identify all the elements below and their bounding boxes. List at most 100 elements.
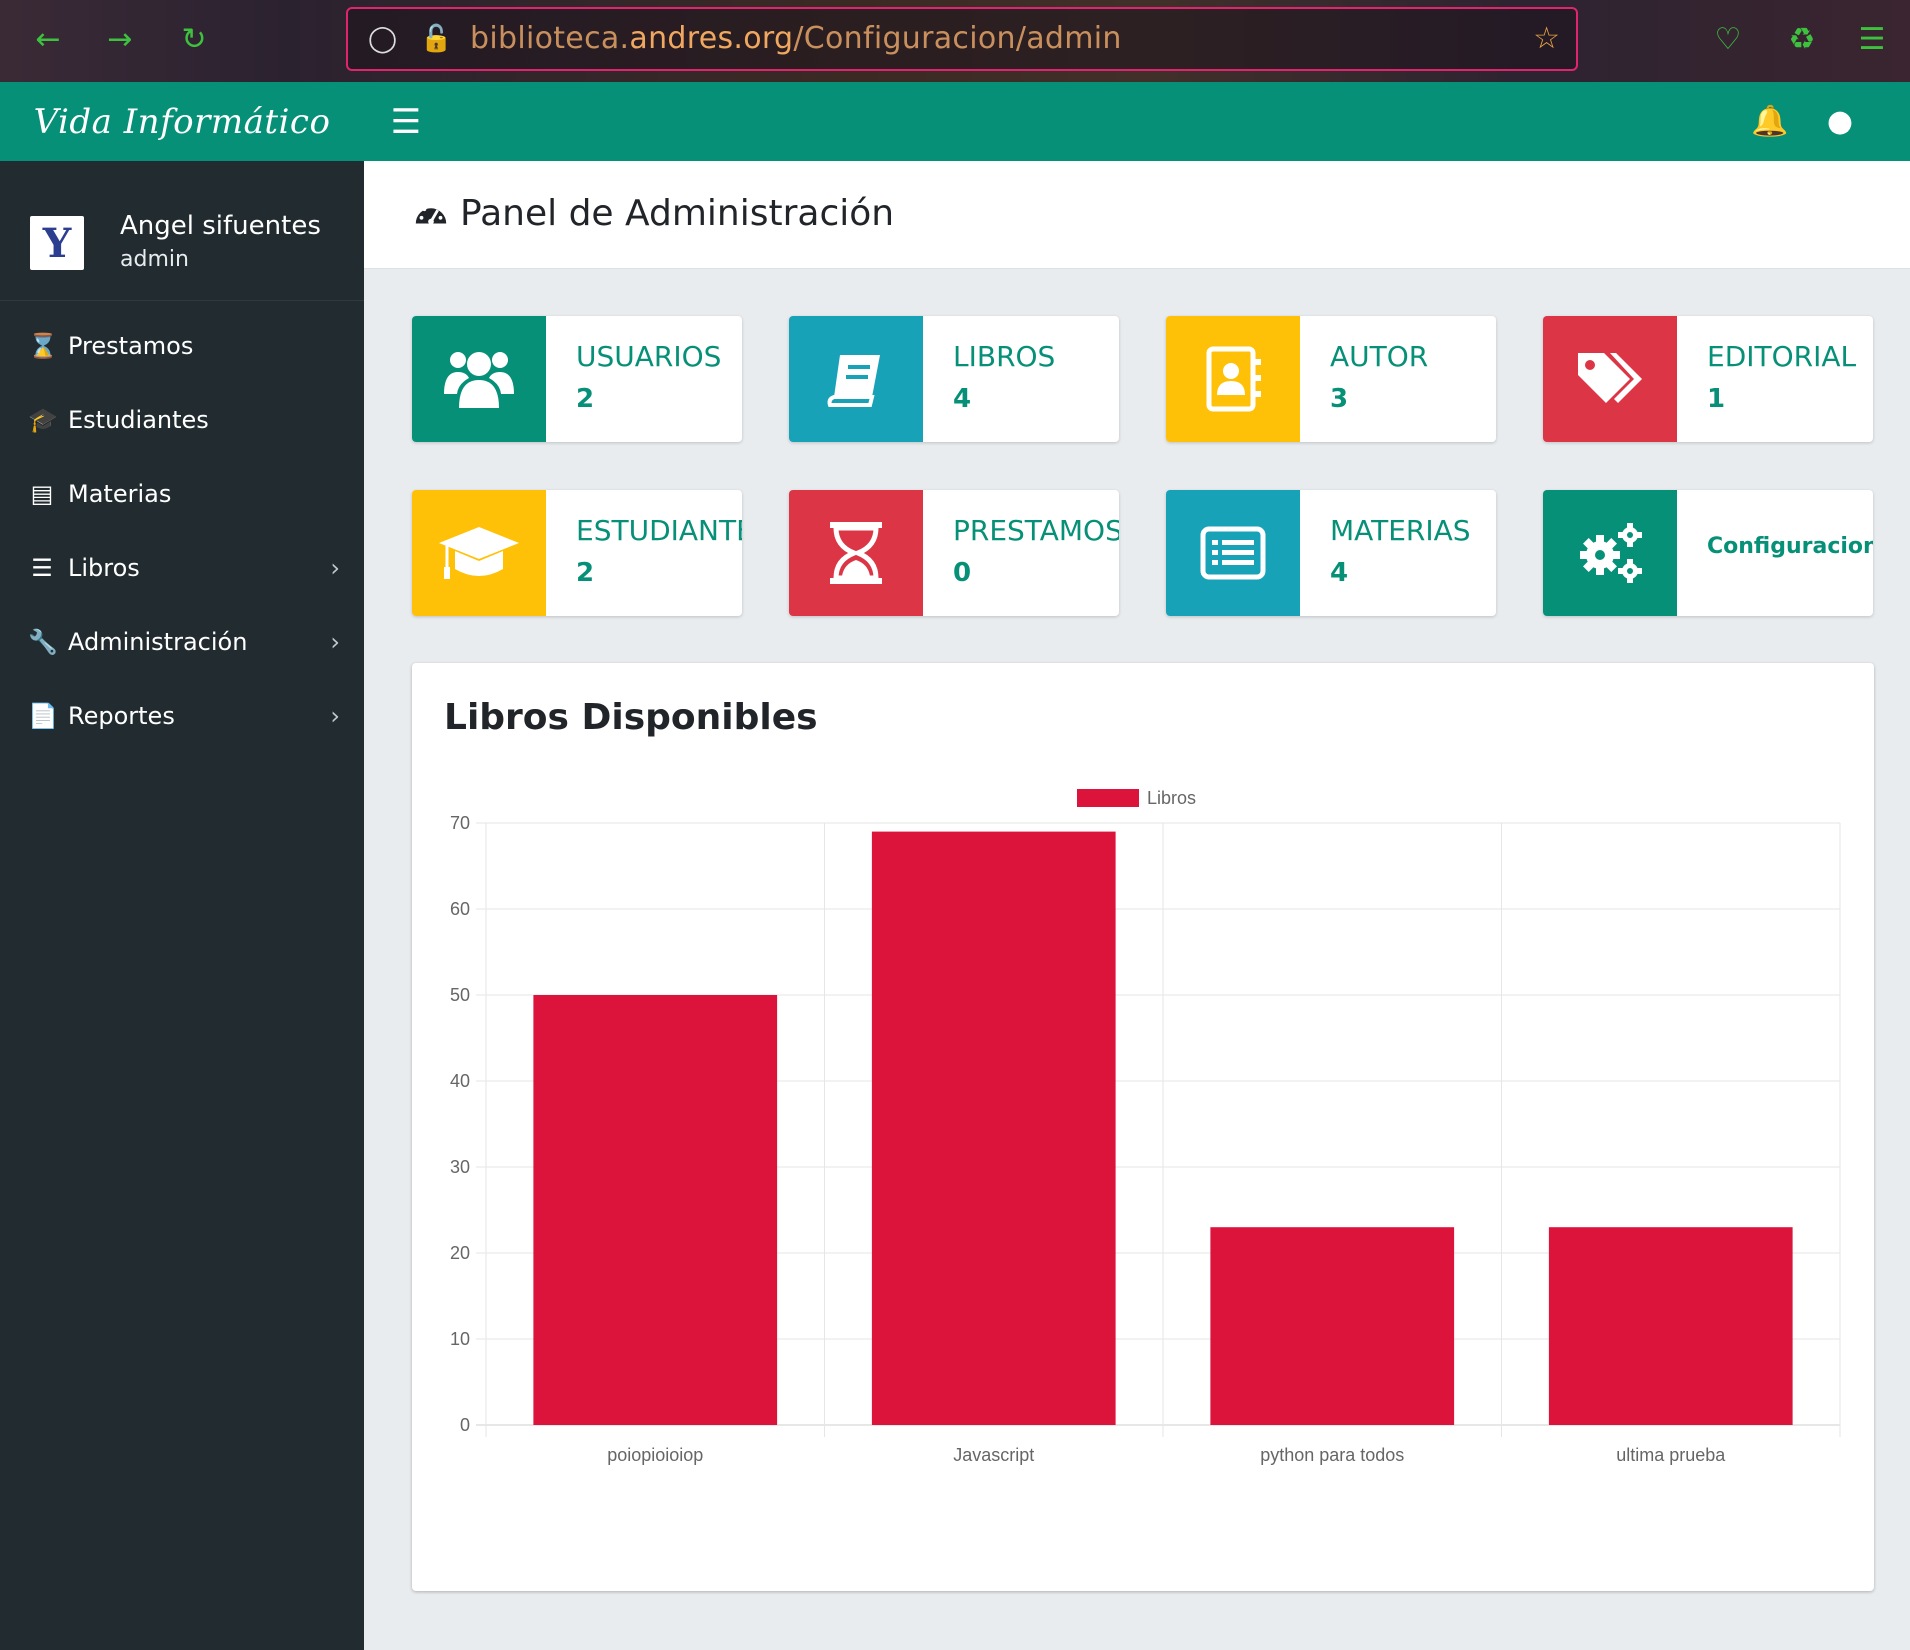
app-menu-icon[interactable]: ☰ (1852, 20, 1892, 60)
bookmark-star-icon[interactable]: ☆ (1533, 23, 1560, 55)
list-alt-icon: ▤ (30, 480, 54, 508)
list-alt-icon (1166, 490, 1300, 616)
chevron-right-icon: › (330, 628, 340, 656)
bell-icon[interactable]: 🔔 (1750, 102, 1790, 142)
chevron-right-icon: › (330, 702, 340, 730)
browser-toolbar: ← → ↻ ◯ 🔓 biblioteca.andres.org/Configur… (0, 0, 1910, 82)
user-avatar: Y (30, 216, 84, 270)
chevron-right-icon: › (330, 554, 340, 582)
forward-arrow-icon[interactable]: → (102, 22, 138, 58)
hamburger-menu-icon[interactable]: ☰ (386, 102, 426, 142)
content-header: Panel de Administración (364, 161, 1910, 269)
info-box-prestamos[interactable]: PRESTAMOS 0 (789, 490, 1119, 616)
sidebar-item-administracion[interactable]: 🔧 Administración › (0, 605, 364, 679)
tags-icon (1543, 316, 1677, 442)
info-box-editorial[interactable]: EDITORIAL 1 (1543, 316, 1873, 442)
legend-swatch (1077, 789, 1139, 807)
pocket-icon[interactable]: ♡ (1708, 20, 1748, 60)
graduation-cap-icon: 🎓 (28, 406, 58, 434)
wrench-icon: 🔧 (28, 628, 58, 656)
back-arrow-icon[interactable]: ← (30, 22, 66, 58)
y-tick-label: 60 (450, 899, 470, 919)
info-box-estudiantes[interactable]: ESTUDIANTES 2 (412, 490, 742, 616)
info-box-materias[interactable]: MATERIAS 4 (1166, 490, 1496, 616)
x-tick-label: python para todos (1260, 1445, 1404, 1465)
x-tick-label: ultima prueba (1616, 1445, 1726, 1465)
user-icon[interactable]: ● (1820, 102, 1860, 142)
bar (1548, 1227, 1793, 1425)
info-box-autor[interactable]: AUTOR 3 (1166, 316, 1496, 442)
sidebar-item-estudiantes[interactable]: 🎓 Estudiantes (0, 383, 364, 457)
shield-icon[interactable]: ◯ (368, 23, 400, 55)
info-box-label: EDITORIAL (1707, 340, 1857, 373)
address-book-icon (1166, 316, 1300, 442)
info-box-usuarios[interactable]: USUARIOS 2 (412, 316, 742, 442)
user-role: admin (120, 247, 189, 272)
info-box-label: ESTUDIANTES (576, 514, 742, 547)
info-box-value: 4 (1330, 558, 1349, 588)
users-icon (412, 316, 546, 442)
sidebar-menu: ⌛ Prestamos 🎓 Estudiantes ▤ Materias ☰ L… (0, 301, 364, 753)
y-tick-label: 20 (450, 1243, 470, 1263)
avatar-logo-icon: Y (42, 219, 72, 267)
info-box-value: 2 (576, 384, 595, 414)
x-tick-label: Javascript (953, 1445, 1034, 1465)
sidebar: Vida Informático Y Angel sifuentes admin… (0, 82, 364, 1650)
url-host: andres.org (629, 21, 794, 56)
tachometer-icon (415, 203, 447, 224)
file-icon: 📄 (28, 702, 58, 730)
user-name[interactable]: Angel sifuentes (120, 211, 321, 241)
brand[interactable]: Vida Informático (0, 82, 364, 161)
cogs-icon (1543, 490, 1677, 616)
sidebar-item-reportes[interactable]: 📄 Reportes › (0, 679, 364, 753)
reload-icon[interactable]: ↻ (176, 22, 212, 58)
bar (871, 831, 1116, 1425)
info-box-label: PRESTAMOS (953, 514, 1119, 547)
bar-chart: 0 10 20 30 40 50 60 70 poiopioioiop Javascript pyt… (450, 788, 1841, 1465)
url-prefix: biblioteca. (470, 21, 630, 56)
info-box-value: 1 (1707, 384, 1726, 414)
brand-text: Vida Informático (33, 101, 331, 142)
y-tick-label: 70 (450, 813, 470, 833)
user-panel: Y Angel sifuentes admin (0, 161, 364, 301)
hourglass-icon (789, 490, 923, 616)
insecure-lock-icon[interactable]: 🔓 (420, 23, 452, 55)
extensions-icon[interactable]: ♻ (1782, 20, 1822, 60)
info-box-label: LIBROS (953, 340, 1056, 373)
bar (1210, 1227, 1455, 1425)
sidebar-item-label: Prestamos (68, 332, 194, 360)
info-box-value: 0 (953, 558, 972, 588)
info-box-label: USUARIOS (576, 340, 722, 373)
info-box-label: MATERIAS (1330, 514, 1471, 547)
list-icon: ☰ (31, 554, 53, 582)
info-box-value: 4 (953, 384, 972, 414)
x-tick-label: poiopioioiop (607, 1445, 703, 1465)
info-box-label: AUTOR (1330, 340, 1429, 373)
sidebar-item-label: Reportes (68, 702, 175, 730)
sidebar-item-label: Estudiantes (68, 406, 209, 434)
sidebar-item-materias[interactable]: ▤ Materias (0, 457, 364, 531)
page-title-text: Panel de Administración (460, 193, 895, 234)
sidebar-item-libros[interactable]: ☰ Libros › (0, 531, 364, 605)
y-tick-label: 40 (450, 1071, 470, 1091)
chart-card: Libros Disponibles 0 10 20 30 40 50 60 70 poiopi… (412, 663, 1874, 1591)
y-tick-label: 10 (450, 1329, 470, 1349)
url-path: /Configuracion/admin (793, 21, 1122, 56)
url-text[interactable]: biblioteca.andres.org/Configuracion/admi… (470, 21, 1122, 56)
y-tick-label: 30 (450, 1157, 470, 1177)
legend-label: Libros (1147, 788, 1196, 808)
url-bar[interactable]: ◯ 🔓 biblioteca.andres.org/Configuracion/… (346, 7, 1578, 71)
sidebar-item-prestamos[interactable]: ⌛ Prestamos (0, 309, 364, 383)
book-icon (789, 316, 923, 442)
graduation-cap-icon (412, 490, 546, 616)
info-box-libros[interactable]: LIBROS 4 (789, 316, 1119, 442)
sidebar-item-label: Administración (68, 628, 248, 656)
y-tick-label: 50 (450, 985, 470, 1005)
page-title: Panel de Administración (412, 193, 894, 234)
info-box-configuracion[interactable]: Configuracion (1543, 490, 1873, 616)
sidebar-item-label: Libros (68, 554, 140, 582)
y-tick-label: 0 (460, 1415, 470, 1435)
hourglass-icon: ⌛ (28, 332, 58, 360)
info-box-value: 2 (576, 558, 595, 588)
info-box-label: Configuracion (1707, 534, 1873, 559)
